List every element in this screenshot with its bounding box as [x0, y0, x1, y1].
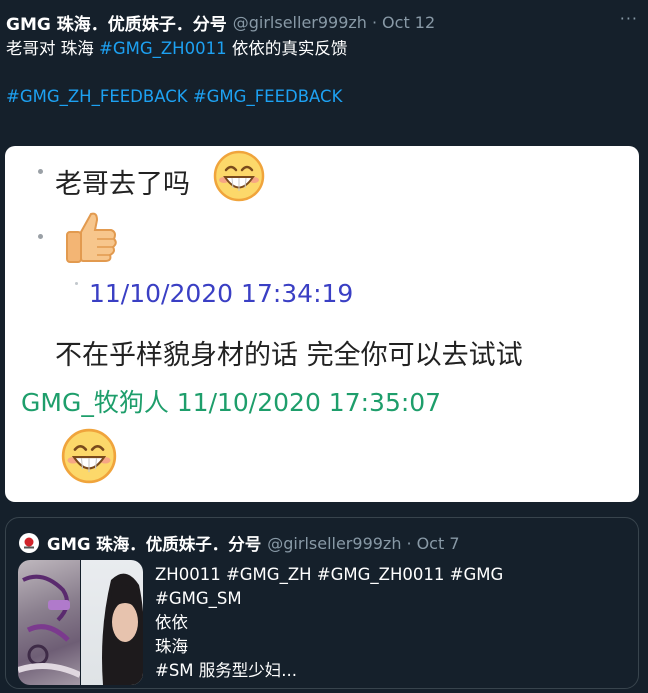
chat-message: 老哥去了吗: [55, 169, 190, 200]
thumbs-up-icon: [66, 212, 117, 263]
tweet-text-suffix: 依依的真实反馈: [226, 39, 348, 58]
logo-icon: [24, 537, 34, 549]
separator-dot: ·: [371, 12, 378, 32]
quoted-text-line: #SM 服务型少妇...: [155, 661, 298, 680]
hashtag-link[interactable]: #GMG_FEEDBACK: [193, 87, 343, 106]
tweet-header: GMG 珠海．优质妹子．分号 @girlseller999zh · Oct 12…: [6, 9, 640, 35]
grinning-emoji-icon: [61, 428, 117, 484]
quoted-author-handle[interactable]: @girlseller999zh: [267, 534, 401, 553]
author-name[interactable]: GMG 珠海．优质妹子．分号: [6, 10, 227, 35]
chat-sender-line: GMG_牧狗人 11/10/2020 17:35:07: [21, 388, 442, 417]
tweet-text-prefix: 老哥对 珠海: [6, 39, 99, 58]
quoted-tweet-text: ZH0011 #GMG_ZH #GMG_ZH0011 #GMG #GMG_SM …: [155, 563, 625, 683]
grinning-emoji-icon: [213, 150, 265, 202]
chat-timestamp: 11/10/2020 17:34:19: [89, 279, 354, 308]
bullet-dot: [38, 234, 43, 239]
quoted-author-name[interactable]: GMG 珠海．优质妹子．分号: [47, 531, 261, 555]
hashtag-link[interactable]: #GMG_ZH_FEEDBACK: [6, 87, 188, 106]
tweet-timestamp[interactable]: Oct 12: [382, 13, 435, 32]
bullet-dot: [38, 169, 43, 174]
quoted-media-thumbnail[interactable]: [18, 560, 143, 685]
tweet-hashtags-line: #GMG_ZH_FEEDBACK #GMG_FEEDBACK: [6, 87, 636, 107]
separator-dot: ·: [406, 533, 412, 553]
author-handle[interactable]: @girlseller999zh: [233, 13, 367, 32]
hashtag-link[interactable]: #GMG_ZH0011: [99, 39, 227, 58]
tweet-body: 老哥对 珠海 #GMG_ZH0011 依依的真实反馈 #GMG_ZH_FEEDB…: [6, 39, 636, 107]
quoted-tweet-header: GMG 珠海．优质妹子．分号 @girlseller999zh · Oct 7: [19, 531, 460, 555]
chat-message: 不在乎样貌身材的话 完全你可以去试试: [55, 340, 523, 371]
thumbnail-image-right: [81, 560, 143, 685]
avatar[interactable]: [19, 533, 39, 553]
more-options-icon[interactable]: ···: [620, 9, 638, 28]
quoted-tweet[interactable]: GMG 珠海．优质妹子．分号 @girlseller999zh · Oct 7 …: [5, 517, 639, 689]
bullet-dot: [75, 282, 78, 285]
quoted-text-line: 珠海: [155, 637, 188, 656]
quoted-text-line: #GMG_SM: [155, 589, 242, 608]
props-photo-icon: [18, 574, 80, 678]
tweet-text-line: 老哥对 珠海 #GMG_ZH0011 依依的真实反馈: [6, 39, 636, 59]
portrait-photo-icon: [102, 573, 143, 685]
tweet-image[interactable]: 老哥去了吗 11/10/2020 17:34:19 不在乎样貌身材的话 完全你可…: [5, 146, 639, 502]
quoted-timestamp[interactable]: Oct 7: [417, 534, 460, 553]
quoted-text-line: 依依: [155, 613, 188, 632]
thumbnail-image-left: [18, 560, 80, 685]
quoted-text-line: ZH0011 #GMG_ZH #GMG_ZH0011 #GMG: [155, 565, 504, 584]
